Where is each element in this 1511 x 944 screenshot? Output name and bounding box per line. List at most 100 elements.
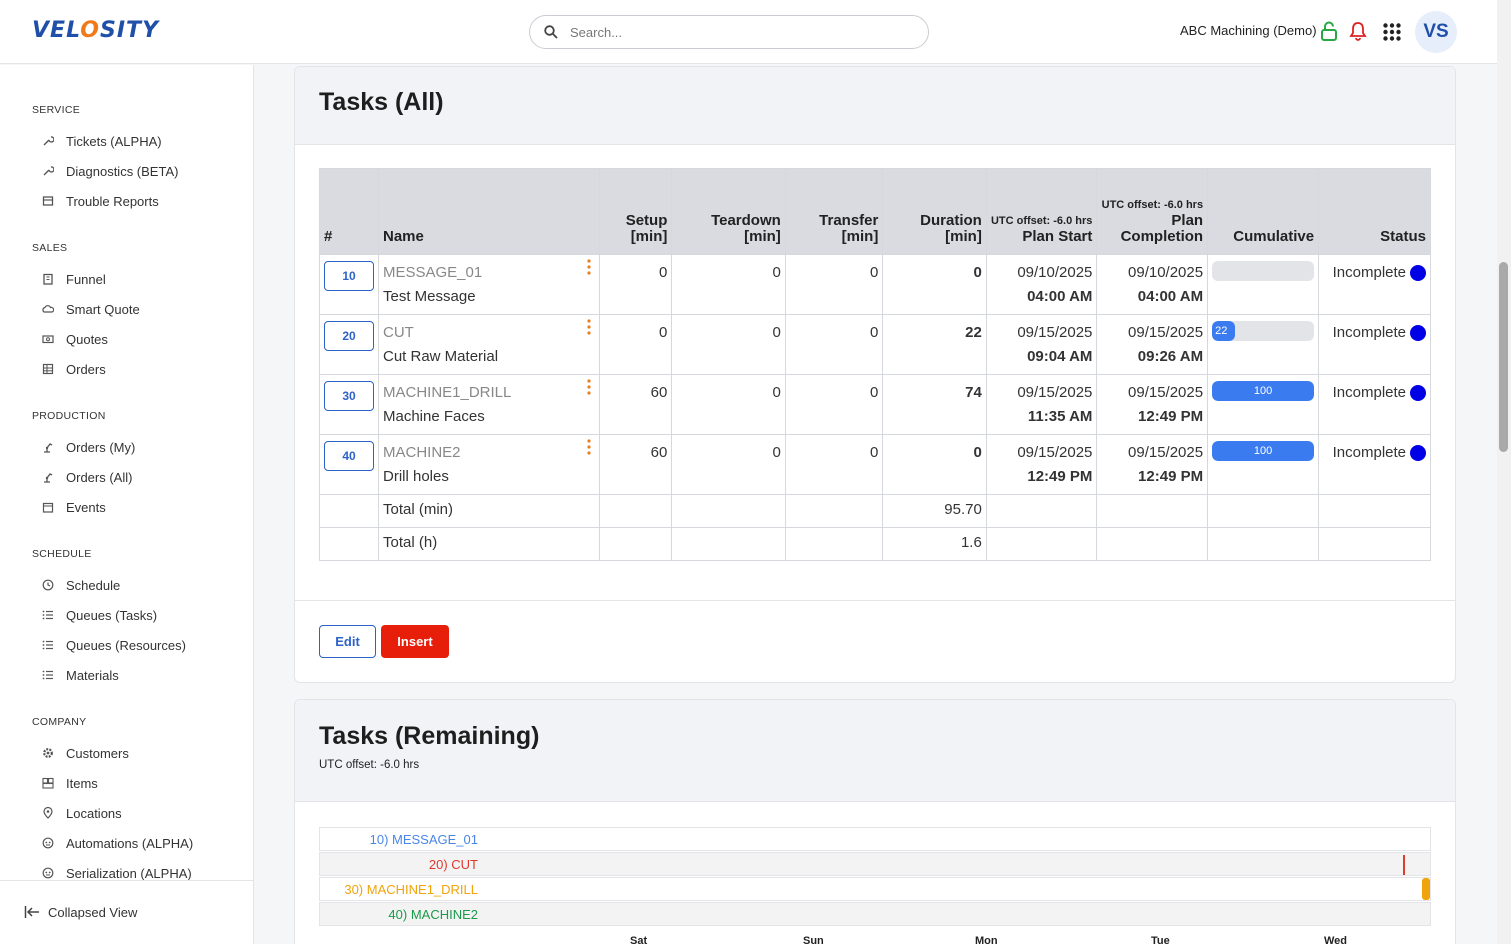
company-name[interactable]: ABC Machining (Demo): [1180, 23, 1317, 38]
wrench-icon: [43, 136, 54, 146]
gear-icon: [43, 748, 53, 758]
task-duration: 22: [882, 314, 987, 375]
sidebar-item-orders-my[interactable]: Orders (My): [42, 437, 135, 457]
gantt-row-label[interactable]: 40) MACHINE2: [388, 907, 478, 922]
unlocked-lock-icon[interactable]: [1320, 21, 1338, 41]
kebab-menu-icon[interactable]: [587, 319, 591, 335]
task-transfer: 0: [784, 434, 884, 495]
plan-start-date: 09/15/2025: [1017, 324, 1093, 341]
col-setup-unit: [min]: [630, 228, 668, 245]
col-setup: Setup [min]: [598, 168, 673, 255]
sidebar-item-trouble-reports[interactable]: Trouble Reports: [42, 191, 159, 211]
sidebar-item-orders-all[interactable]: Orders (All): [42, 467, 132, 487]
plan-completion-time: 12:49 PM: [1138, 468, 1204, 485]
tasks-remaining-utc-note: UTC offset: -6.0 hrs: [319, 759, 420, 771]
task-transfer: 0: [784, 374, 884, 435]
gantt-bar-machine1-drill[interactable]: [1422, 878, 1430, 900]
gantt-row-label[interactable]: 20) CUT: [429, 857, 478, 872]
insert-button[interactable]: Insert: [381, 625, 449, 658]
task-status-label: Incomplete: [1332, 324, 1406, 341]
task-name-cell: MESSAGE_01 Test Message: [378, 254, 600, 315]
sidebar-item-diagnostics[interactable]: Diagnostics (BETA): [42, 161, 178, 181]
task-op-button[interactable]: 20: [324, 321, 374, 351]
task-op-button[interactable]: 40: [324, 441, 374, 471]
sidebar-item-label: Queues (Tasks): [66, 607, 158, 623]
task-code[interactable]: MESSAGE_01: [383, 261, 595, 285]
edit-button[interactable]: Edit: [319, 625, 376, 658]
gantt-bar-cut[interactable]: [1403, 855, 1405, 875]
task-description: Test Message: [383, 288, 476, 305]
total-value: 95.70: [882, 494, 987, 528]
gantt-day-label: Mon: [975, 935, 998, 944]
cumulative-progress-label: 100: [1253, 385, 1273, 397]
cumulative-progress-label: 100: [1253, 445, 1273, 457]
cumulative-progress-bar: [1212, 261, 1315, 281]
tasks-table: # Name Setup [min] Teardown [min] Transfer…: [319, 168, 1431, 561]
sidebar-item-label: Funnel: [66, 271, 106, 287]
robot-icon: [42, 867, 54, 879]
sidebar-item-orders[interactable]: Orders: [42, 359, 106, 379]
cloud-icon: [42, 305, 54, 313]
sidebar-item-smart-quote[interactable]: Smart Quote: [42, 299, 140, 319]
task-status-label: Incomplete: [1332, 264, 1406, 281]
robot-icon: [42, 837, 54, 849]
sidebar-item-label: Orders (My): [66, 439, 136, 455]
apps-grid-icon[interactable]: [1383, 23, 1401, 41]
kebab-menu-icon[interactable]: [587, 259, 591, 275]
search-input[interactable]: [570, 22, 910, 42]
task-op-button[interactable]: 10: [324, 261, 374, 291]
notification-bell-icon[interactable]: [1349, 21, 1367, 41]
task-code[interactable]: CUT: [383, 321, 595, 345]
collapsed-view-toggle[interactable]: Collapsed View: [0, 880, 253, 944]
sidebar-item-queues-tasks[interactable]: Queues (Tasks): [42, 605, 157, 625]
sidebar-item-tickets[interactable]: Tickets (ALPHA): [42, 131, 162, 151]
location-pin-icon: [43, 807, 53, 819]
task-duration: 0: [882, 434, 987, 495]
wrench-icon: [43, 166, 54, 176]
page-scrollbar-track[interactable]: [1497, 0, 1511, 944]
sidebar-item-customers[interactable]: Customers: [42, 743, 129, 763]
sidebar-item-items[interactable]: Items: [42, 773, 98, 793]
calendar-icon: [42, 502, 54, 513]
task-code[interactable]: MACHINE2: [383, 441, 595, 465]
col-name: Name: [378, 168, 600, 255]
status-dot-icon: [1410, 385, 1426, 401]
sidebar-item-quotes[interactable]: Quotes: [42, 329, 108, 349]
sidebar-item-events[interactable]: Events: [42, 497, 106, 517]
sidebar-item-funnel[interactable]: Funnel: [42, 269, 106, 289]
total-empty: [784, 494, 884, 528]
robot-arm-icon: [44, 443, 53, 453]
kebab-menu-icon[interactable]: [587, 439, 591, 455]
total-empty: [1207, 527, 1320, 561]
velosity-logo[interactable]: VELOSITY: [32, 18, 159, 43]
sidebar-item-automations[interactable]: Automations (ALPHA): [42, 833, 193, 853]
gantt-row-label[interactable]: 10) MESSAGE_01: [370, 832, 478, 847]
user-avatar[interactable]: VS: [1415, 11, 1457, 53]
sidebar: SERVICE Tickets (ALPHA) Diagnostics (BET…: [0, 65, 254, 944]
plan-start-time: 04:00 AM: [1027, 288, 1093, 305]
sidebar-item-schedule[interactable]: Schedule: [42, 575, 120, 595]
total-empty: [671, 494, 786, 528]
kebab-menu-icon[interactable]: [587, 379, 591, 395]
col-plan-start: UTC offset: -6.0 hrs Plan Start: [985, 168, 1098, 255]
task-status-cell: Incomplete: [1318, 254, 1431, 315]
task-setup: 0: [598, 254, 673, 315]
task-op-button[interactable]: 30: [324, 381, 374, 411]
page-scrollbar-thumb[interactable]: [1499, 262, 1508, 452]
sidebar-item-locations[interactable]: Locations: [42, 803, 122, 823]
task-op-cell: 10: [319, 254, 379, 315]
task-setup: 60: [598, 434, 673, 495]
task-code[interactable]: MACHINE1_DRILL: [383, 381, 595, 405]
task-setup: 60: [598, 374, 673, 435]
collapse-arrow-icon: [24, 906, 39, 918]
total-empty: [985, 494, 1098, 528]
money-icon: [42, 335, 54, 344]
task-plan-start: 09/15/2025 12:49 PM: [985, 434, 1098, 495]
task-duration: 0: [882, 254, 987, 315]
search-box[interactable]: [529, 15, 929, 49]
gantt-row-label[interactable]: 30) MACHINE1_DRILL: [344, 882, 478, 897]
total-empty: [598, 494, 673, 528]
sidebar-item-queues-resources[interactable]: Queues (Resources): [42, 635, 186, 655]
gantt-row: 30) MACHINE1_DRILL: [319, 877, 1431, 901]
sidebar-item-materials[interactable]: Materials: [42, 665, 119, 685]
